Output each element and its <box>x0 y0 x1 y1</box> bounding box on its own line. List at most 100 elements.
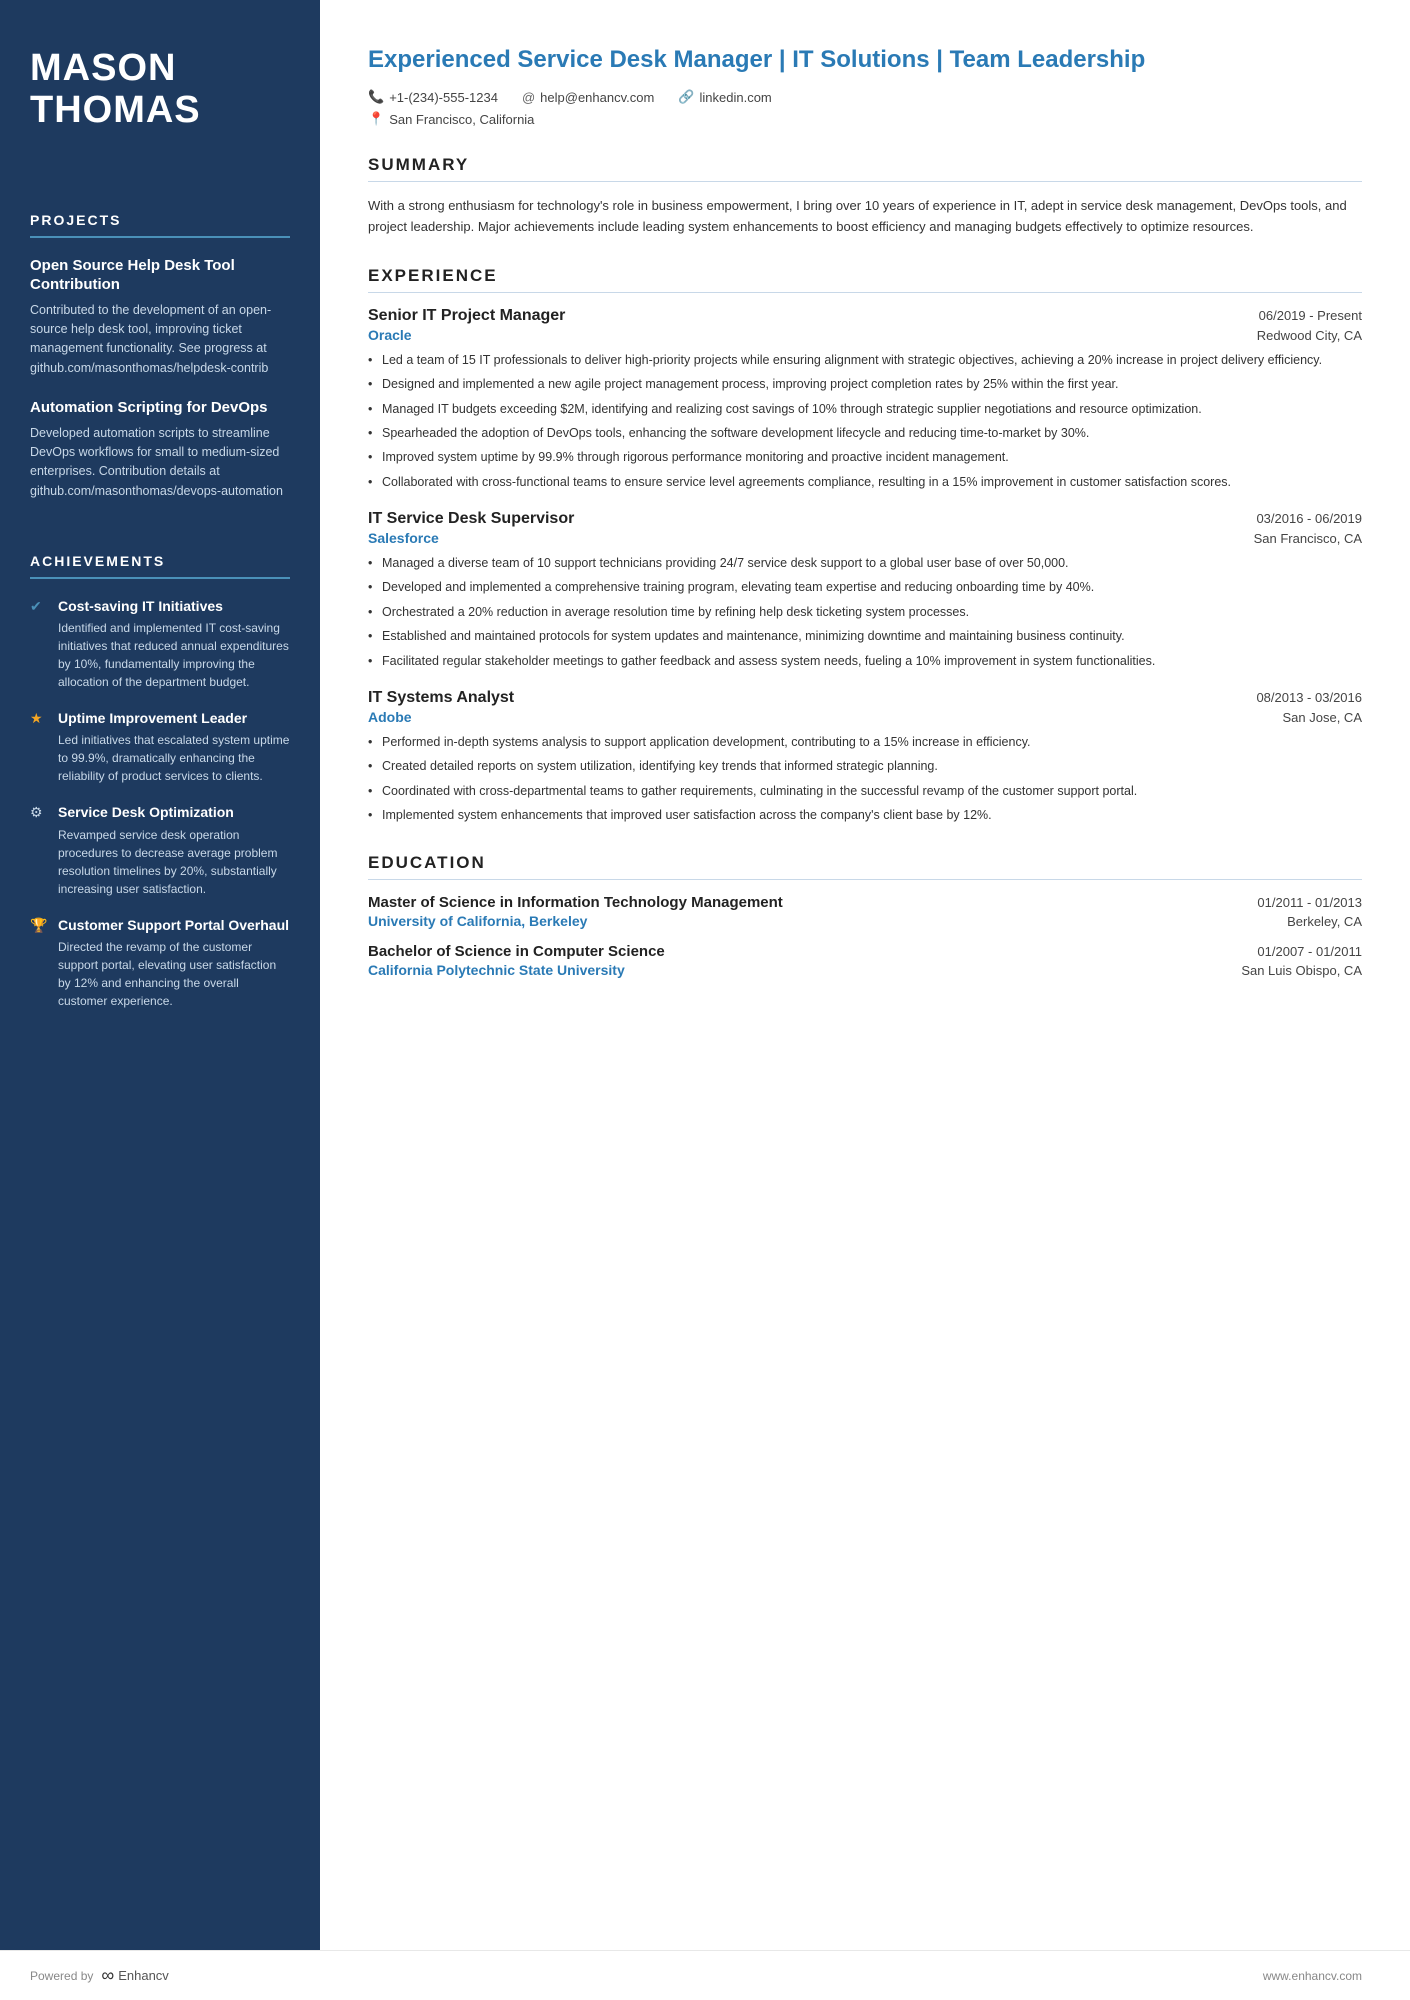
projects-title: PROJECTS <box>30 212 290 228</box>
achievement-2: ★ Uptime Improvement Leader Led initiati… <box>30 709 290 785</box>
project1-desc: Contributed to the development of an ope… <box>30 301 290 379</box>
achievement-3-desc: Revamped service desk operation procedur… <box>58 826 290 898</box>
job-1-dates: 06/2019 - Present <box>1259 308 1362 323</box>
list-item: Orchestrated a 20% reduction in average … <box>368 603 1362 622</box>
job-3-company: Adobe <box>368 709 412 725</box>
infinity-icon: ∞ <box>101 1965 114 1986</box>
phone-icon: 📞 <box>368 89 384 105</box>
job-2-dates: 03/2016 - 06/2019 <box>1256 511 1362 526</box>
job-1-bullets: Led a team of 15 IT professionals to del… <box>368 351 1362 492</box>
job-2-title: IT Service Desk Supervisor <box>368 510 574 528</box>
job-2-company: Salesforce <box>368 530 439 546</box>
job-2-header: IT Service Desk Supervisor 03/2016 - 06/… <box>368 510 1362 528</box>
list-item: Implemented system enhancements that imp… <box>368 806 1362 825</box>
achievement-1-title: Cost-saving IT Initiatives <box>58 597 290 615</box>
experience-section-title: EXPERIENCE <box>368 266 1362 286</box>
job-3-location: San Jose, CA <box>1283 710 1363 725</box>
experience-divider <box>368 292 1362 293</box>
edu-1-school: University of California, Berkeley <box>368 913 587 929</box>
powered-by-label: Powered by <box>30 1969 93 1983</box>
linkedin-item: 🔗 linkedin.com <box>678 89 771 105</box>
summary-text: With a strong enthusiasm for technology'… <box>368 196 1362 238</box>
email-icon: @ <box>522 90 535 105</box>
project2-desc: Developed automation scripts to streamli… <box>30 424 290 502</box>
job-3-sub: Adobe San Jose, CA <box>368 709 1362 725</box>
job-3-title: IT Systems Analyst <box>368 689 514 707</box>
edu-2-location: San Luis Obispo, CA <box>1241 963 1362 978</box>
edu-1-dates: 01/2011 - 01/2013 <box>1257 895 1362 910</box>
main-content: Experienced Service Desk Manager | IT So… <box>320 0 1410 1950</box>
brand-name: Enhancv <box>118 1968 169 1983</box>
email-value: help@enhancv.com <box>540 90 654 105</box>
achievement-2-title: Uptime Improvement Leader <box>58 709 290 727</box>
location-value: San Francisco, California <box>389 112 534 127</box>
sidebar: MASON THOMAS PROJECTS Open Source Help D… <box>0 0 320 1950</box>
list-item: Coordinated with cross-departmental team… <box>368 782 1362 801</box>
edu-2-dates: 01/2007 - 01/2011 <box>1257 944 1362 959</box>
page-title: Experienced Service Desk Manager | IT So… <box>368 44 1362 75</box>
list-item: Facilitated regular stakeholder meetings… <box>368 652 1362 671</box>
summary-divider <box>368 181 1362 182</box>
job-1-sub: Oracle Redwood City, CA <box>368 327 1362 343</box>
list-item: Designed and implemented a new agile pro… <box>368 375 1362 394</box>
trophy-icon: 🏆 <box>30 917 48 934</box>
job-1-header: Senior IT Project Manager 06/2019 - Pres… <box>368 307 1362 325</box>
footer: Powered by ∞ Enhancv www.enhancv.com <box>0 1950 1410 2000</box>
achievement-1-desc: Identified and implemented IT cost-savin… <box>58 619 290 691</box>
list-item: Spearheaded the adoption of DevOps tools… <box>368 424 1362 443</box>
list-item: Managed IT budgets exceeding $2M, identi… <box>368 400 1362 419</box>
list-item: Established and maintained protocols for… <box>368 627 1362 646</box>
location-row: 📍 San Francisco, California <box>368 111 1362 127</box>
job-1-title: Senior IT Project Manager <box>368 307 565 325</box>
gear-icon: ⚙ <box>30 804 48 821</box>
achievements-section: ACHIEVEMENTS ✔ Cost-saving IT Initiative… <box>30 521 290 1028</box>
phone-item: 📞 +1-(234)-555-1234 <box>368 89 498 105</box>
job-1-company: Oracle <box>368 327 412 343</box>
list-item: Developed and implemented a comprehensiv… <box>368 578 1362 597</box>
edu-1-header: Master of Science in Information Technol… <box>368 894 1362 911</box>
list-item: Performed in-depth systems analysis to s… <box>368 733 1362 752</box>
achievement-4: 🏆 Customer Support Portal Overhaul Direc… <box>30 916 290 1010</box>
star-icon: ★ <box>30 710 48 727</box>
location-icon: 📍 <box>368 111 384 127</box>
achievement-1: ✔ Cost-saving IT Initiatives Identified … <box>30 597 290 691</box>
footer-website: www.enhancv.com <box>1263 1969 1362 1983</box>
projects-divider <box>30 236 290 238</box>
linkedin-icon: 🔗 <box>678 89 694 105</box>
achievement-4-desc: Directed the revamp of the customer supp… <box>58 938 290 1010</box>
achievements-divider <box>30 577 290 579</box>
edu-2-header: Bachelor of Science in Computer Science … <box>368 943 1362 960</box>
footer-left: Powered by ∞ Enhancv <box>30 1965 169 1986</box>
job-2-bullets: Managed a diverse team of 10 support tec… <box>368 554 1362 671</box>
linkedin-value: linkedin.com <box>700 90 772 105</box>
achievement-2-desc: Led initiatives that escalated system up… <box>58 731 290 785</box>
list-item: Collaborated with cross-functional teams… <box>368 473 1362 492</box>
contact-row: 📞 +1-(234)-555-1234 @ help@enhancv.com 🔗… <box>368 89 1362 105</box>
edu-1-degree: Master of Science in Information Technol… <box>368 894 783 911</box>
email-item: @ help@enhancv.com <box>522 90 654 105</box>
check-icon: ✔ <box>30 598 48 615</box>
project1-title: Open Source Help Desk Tool Contribution <box>30 256 290 295</box>
job-2-location: San Francisco, CA <box>1254 531 1362 546</box>
achievement-4-title: Customer Support Portal Overhaul <box>58 916 290 934</box>
achievements-title: ACHIEVEMENTS <box>30 553 290 569</box>
projects-section: PROJECTS Open Source Help Desk Tool Cont… <box>30 180 290 522</box>
job-2-sub: Salesforce San Francisco, CA <box>368 530 1362 546</box>
edu-2-sub: California Polytechnic State University … <box>368 962 1362 978</box>
achievement-3-title: Service Desk Optimization <box>58 803 290 821</box>
enhancv-logo: ∞ Enhancv <box>101 1965 168 1986</box>
achievement-3: ⚙ Service Desk Optimization Revamped ser… <box>30 803 290 897</box>
job-3-bullets: Performed in-depth systems analysis to s… <box>368 733 1362 826</box>
phone-value: +1-(234)-555-1234 <box>389 90 498 105</box>
education-divider <box>368 879 1362 880</box>
project2-title: Automation Scripting for DevOps <box>30 398 290 418</box>
list-item: Created detailed reports on system utili… <box>368 757 1362 776</box>
summary-section-title: SUMMARY <box>368 155 1362 175</box>
edu-1-sub: University of California, Berkeley Berke… <box>368 913 1362 929</box>
education-section-title: EDUCATION <box>368 853 1362 873</box>
job-1-location: Redwood City, CA <box>1257 328 1362 343</box>
edu-2-school: California Polytechnic State University <box>368 962 625 978</box>
job-3-dates: 08/2013 - 03/2016 <box>1256 690 1362 705</box>
list-item: Improved system uptime by 99.9% through … <box>368 448 1362 467</box>
job-3-header: IT Systems Analyst 08/2013 - 03/2016 <box>368 689 1362 707</box>
